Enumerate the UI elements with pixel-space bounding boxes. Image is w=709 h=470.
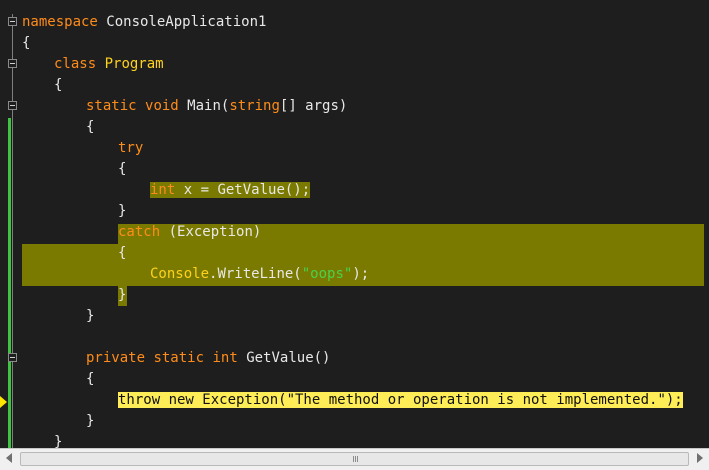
change-tracking-bar xyxy=(8,118,11,448)
code-text: { xyxy=(86,119,95,135)
code-line-3[interactable]: class Program xyxy=(54,54,164,75)
keyword: catch xyxy=(118,224,161,240)
code-line-6[interactable]: { xyxy=(86,117,94,138)
current-statement: throw new Exception("The method or opera… xyxy=(118,392,683,408)
code-line-20[interactable]: } xyxy=(86,411,94,432)
code-line-7[interactable]: try xyxy=(118,138,143,159)
scroll-right-icon[interactable] xyxy=(697,453,703,463)
type-name: Console xyxy=(150,266,210,282)
collapse-getvalue-icon[interactable] xyxy=(8,353,17,362)
code-text: ConsoleApplication1 xyxy=(97,14,267,30)
keyword: class xyxy=(54,56,97,72)
keyword: static xyxy=(153,350,205,366)
code-editor[interactable]: namespace ConsoleApplication1 { class Pr… xyxy=(0,0,709,448)
code-text: GetValue() xyxy=(237,350,331,366)
scroll-thumb[interactable] xyxy=(20,452,689,466)
code-text: x = GetValue(); xyxy=(175,182,311,198)
code-text: (Exception) xyxy=(160,224,262,240)
code-line-17[interactable]: private static int GetValue() xyxy=(86,348,330,369)
scroll-left-icon[interactable] xyxy=(6,453,12,463)
code-text: } xyxy=(86,308,95,324)
code-text: [] args) xyxy=(279,98,348,114)
code-text: } xyxy=(118,287,127,303)
code-text: { xyxy=(54,77,63,93)
keyword: string xyxy=(229,98,280,114)
code-text: } xyxy=(86,413,95,429)
code-text: } xyxy=(54,434,63,448)
collapse-namespace-icon[interactable] xyxy=(8,17,17,26)
string-literal: "oops" xyxy=(301,266,353,282)
grip-icon xyxy=(354,456,356,462)
code-line-9[interactable]: int x = GetValue(); xyxy=(150,180,311,201)
collapse-class-icon[interactable] xyxy=(8,59,17,68)
code-line-19[interactable]: throw new Exception("The method or opera… xyxy=(118,390,683,411)
code-text: Main( xyxy=(178,98,230,114)
code-line-13[interactable]: Console.WriteLine("oops"); xyxy=(150,264,369,285)
code-line-2[interactable]: { xyxy=(22,33,30,54)
keyword: try xyxy=(118,140,144,156)
outline-guide-line xyxy=(12,14,13,448)
code-text: { xyxy=(22,35,31,51)
code-text: ); xyxy=(352,266,370,282)
code-line-15[interactable]: } xyxy=(86,306,94,327)
keyword: namespace xyxy=(22,14,98,30)
code-line-8[interactable]: { xyxy=(118,159,126,180)
keyword: void xyxy=(145,98,179,114)
code-text: } xyxy=(118,203,127,219)
code-line-4[interactable]: { xyxy=(54,75,62,96)
code-text: { xyxy=(118,161,127,177)
code-line-12[interactable]: { xyxy=(118,243,126,264)
keyword: int xyxy=(212,350,238,366)
code-line-11[interactable]: catch (Exception) xyxy=(118,222,261,243)
type-name: Program xyxy=(104,56,164,72)
code-line-5[interactable]: static void Main(string[] args) xyxy=(86,96,347,117)
code-line-21[interactable]: } xyxy=(54,432,62,448)
collapse-main-icon[interactable] xyxy=(8,101,17,110)
code-line-10[interactable]: } xyxy=(118,201,126,222)
code-line-1[interactable]: namespace ConsoleApplication1 xyxy=(22,12,266,33)
code-text: { xyxy=(86,371,95,387)
code-line-18[interactable]: { xyxy=(86,369,94,390)
horizontal-scrollbar[interactable] xyxy=(0,448,709,470)
code-line-14[interactable]: } xyxy=(118,285,126,306)
keyword: static xyxy=(86,98,137,114)
current-statement-arrow-icon xyxy=(0,396,7,408)
code-text: { xyxy=(118,245,127,261)
code-text: .WriteLine( xyxy=(209,266,302,282)
indicator-margin xyxy=(0,0,8,448)
keyword: int xyxy=(150,182,176,198)
keyword: private xyxy=(86,350,146,366)
